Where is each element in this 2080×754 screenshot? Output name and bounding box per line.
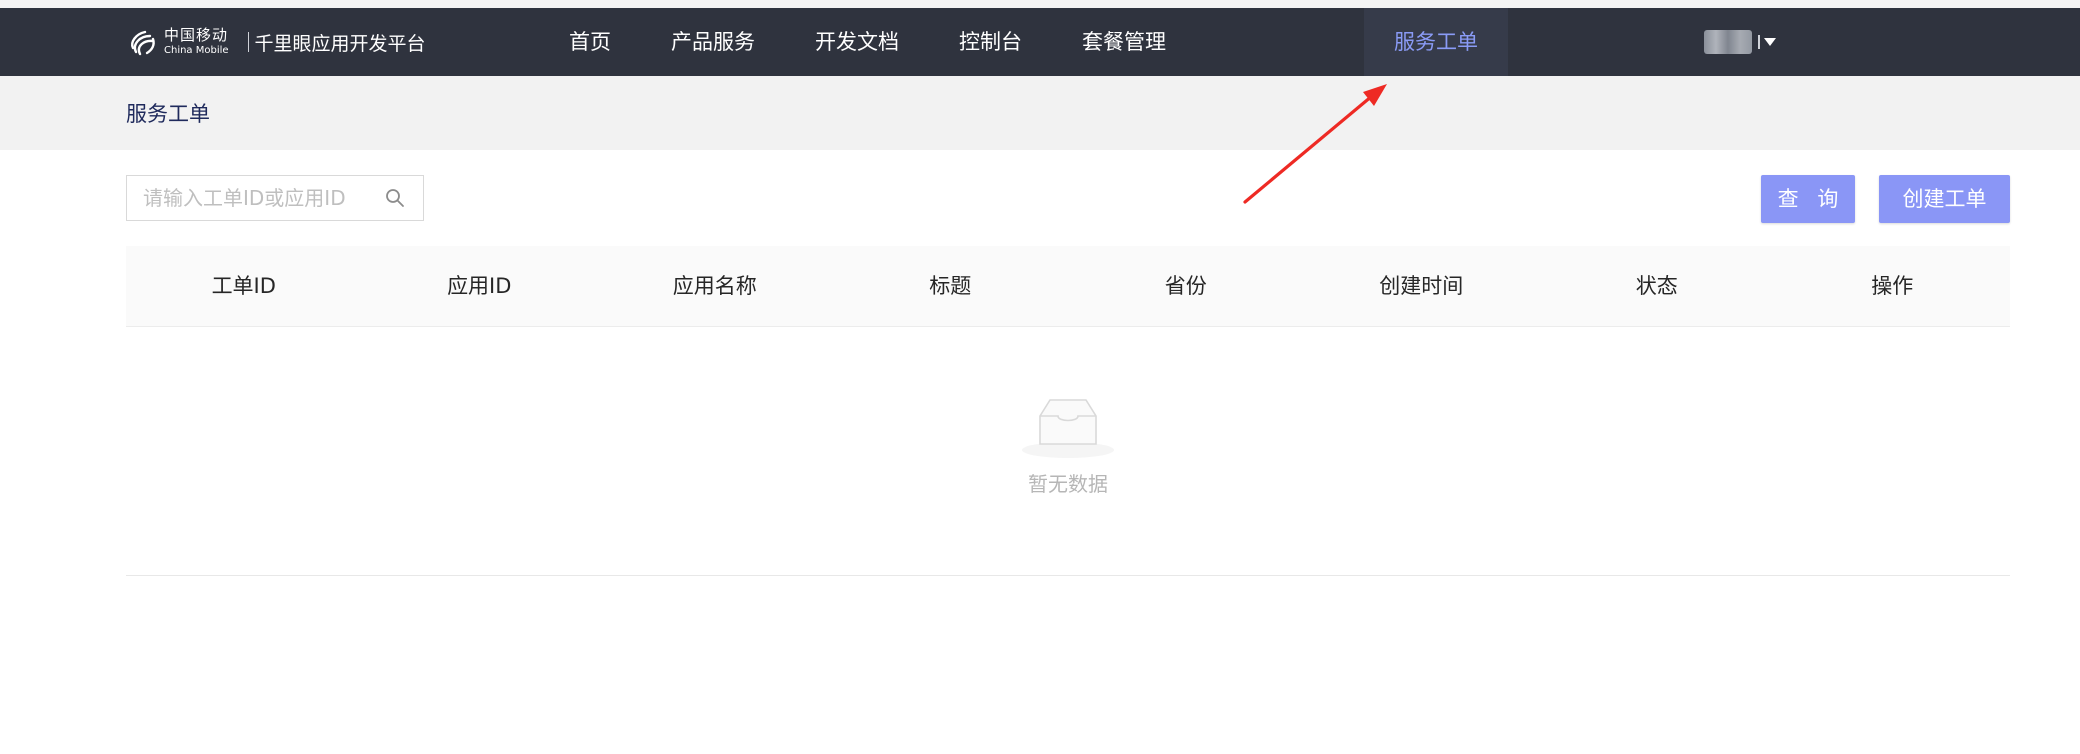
breadcrumb-bar: 服务工单	[0, 76, 2080, 150]
nav-service-tickets[interactable]: 服务工单	[1364, 8, 1508, 76]
column-header-actions: 操作	[1871, 274, 1914, 298]
empty-inbox-icon	[1022, 399, 1114, 458]
brand-logo[interactable]: 中国移动 China Mobile 千里眼应用开发平台	[126, 26, 426, 58]
logo-chinese-name: 中国移动	[164, 26, 229, 44]
breadcrumb[interactable]: 服务工单	[126, 98, 210, 128]
logo-english-name: China Mobile	[164, 45, 229, 56]
column-header-app-name: 应用名称	[672, 274, 757, 298]
china-mobile-logo-icon	[131, 30, 155, 56]
user-name-redacted	[1704, 30, 1752, 54]
empty-state: 暂无数据	[1016, 396, 1120, 497]
empty-state-text: 暂无数据	[1028, 472, 1108, 496]
logo-divider	[247, 32, 249, 52]
nav-product-services[interactable]: 产品服务	[671, 8, 755, 76]
user-menu[interactable]	[1704, 30, 1776, 54]
top-navigation-bar: 中国移动 China Mobile 千里眼应用开发平台 首页 产品服务 开发文档…	[0, 8, 2080, 76]
column-header-ticket-id: 工单ID	[211, 274, 276, 298]
search-icon[interactable]	[385, 188, 405, 208]
nav-package-management[interactable]: 套餐管理	[1082, 8, 1166, 76]
column-header-app-id: 应用ID	[447, 274, 512, 298]
search-input[interactable]	[127, 176, 377, 220]
chevron-down-icon[interactable]	[1764, 38, 1776, 46]
column-header-status: 状态	[1635, 274, 1678, 298]
top-strip	[0, 0, 2080, 8]
nav-developer-docs[interactable]: 开发文档	[815, 8, 899, 76]
page: 中国移动 China Mobile 千里眼应用开发平台 首页 产品服务 开发文档…	[0, 0, 2080, 754]
nav-home[interactable]: 首页	[569, 8, 611, 76]
nav-console[interactable]: 控制台	[959, 8, 1022, 76]
column-header-created-time: 创建时间	[1379, 274, 1464, 298]
column-header-province: 省份	[1164, 274, 1207, 298]
create-ticket-button[interactable]: 创建工单	[1879, 175, 2010, 223]
platform-name: 千里眼应用开发平台	[254, 32, 426, 55]
user-divider	[1758, 35, 1760, 49]
column-header-title: 标题	[929, 274, 972, 298]
query-button[interactable]: 查 询	[1761, 175, 1855, 223]
search-field[interactable]	[126, 175, 424, 221]
table-header: 工单ID 应用ID 应用名称 标题 省份 创建时间 状态 操作	[126, 246, 2010, 327]
logo-text: 中国移动 China Mobile	[164, 28, 229, 56]
table-bottom-divider	[126, 575, 2010, 576]
